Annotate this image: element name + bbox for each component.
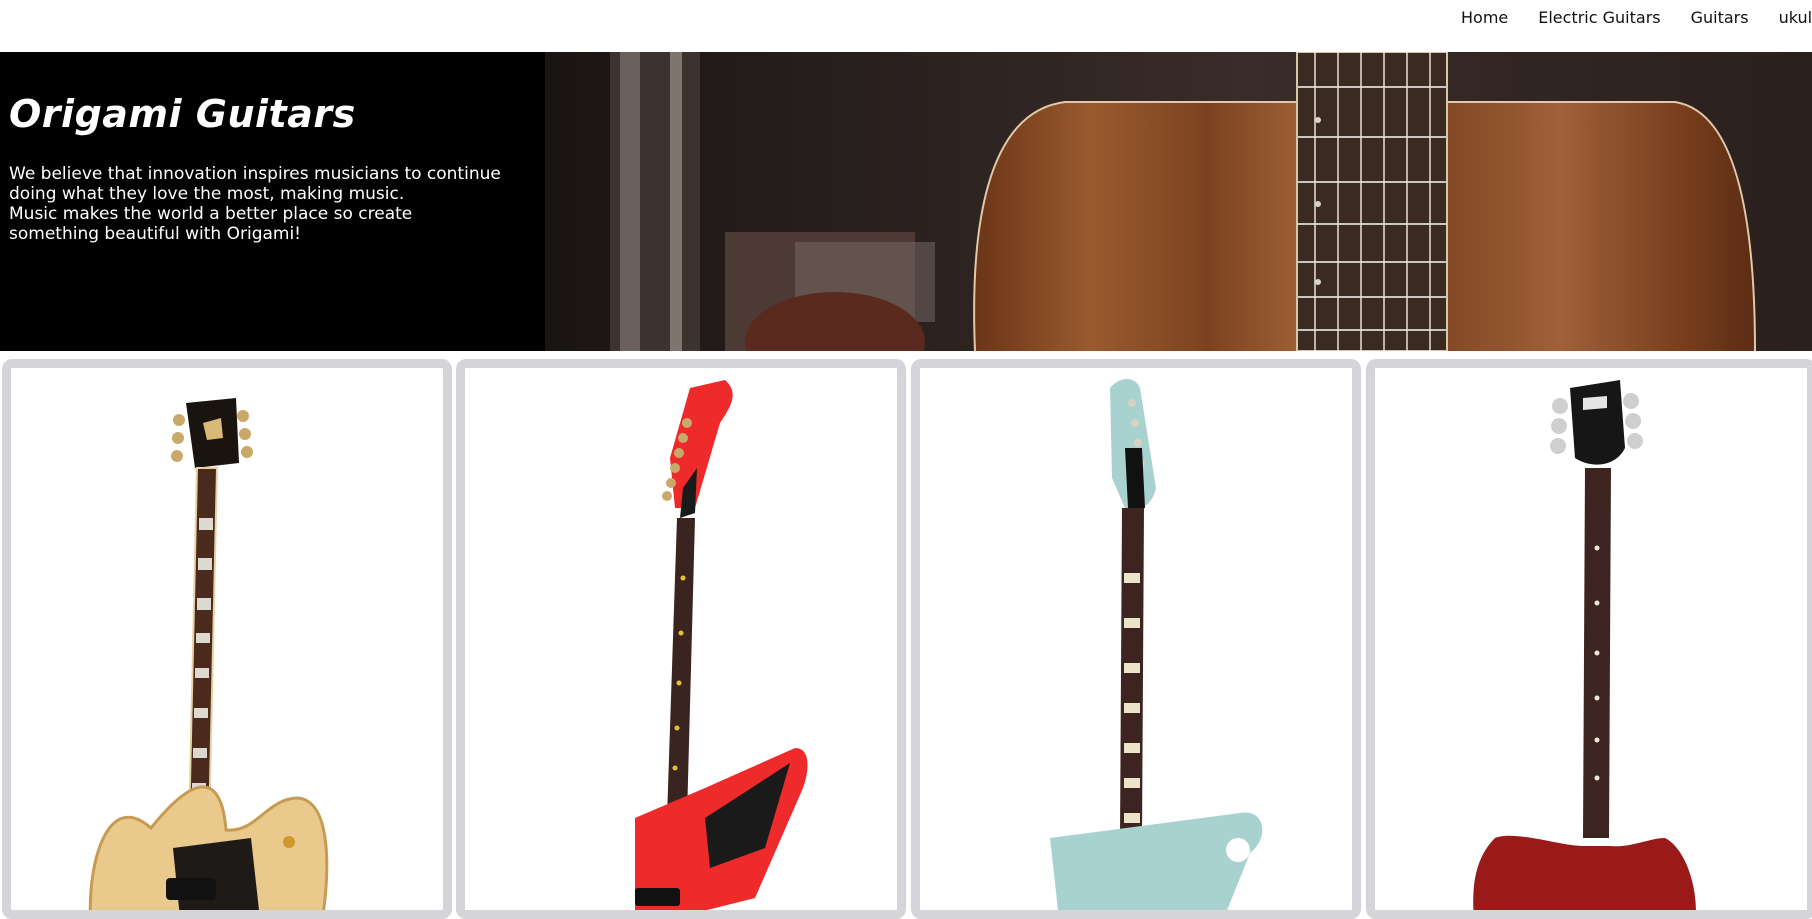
product-card[interactable] <box>1366 359 1812 919</box>
product-card[interactable] <box>911 359 1361 919</box>
hero-guitar-image <box>545 52 1812 351</box>
hero-description-line: We believe that innovation inspires musi… <box>9 164 501 184</box>
nav-link-guitars[interactable]: Guitars <box>1691 8 1749 27</box>
hero-description: We believe that innovation inspires musi… <box>9 164 549 244</box>
product-card[interactable] <box>2 359 452 919</box>
nav-link-electric-guitars[interactable]: Electric Guitars <box>1538 8 1660 27</box>
nav-link-home[interactable]: Home <box>1461 8 1508 27</box>
seafoam-firebird-guitar-image <box>1050 379 1263 910</box>
hero-guitar-illustration <box>610 52 1756 351</box>
hero-description-line: Music makes the world a better place so … <box>9 204 413 224</box>
hero-title: Origami Guitars <box>9 92 356 136</box>
red-explorer-guitar-image <box>635 380 808 910</box>
nav-link-ukuleles[interactable]: ukuleles <box>1779 8 1812 27</box>
natural-archtop-guitar-image <box>88 398 329 910</box>
hero-banner: Origami Guitars We believe that innovati… <box>0 52 1812 351</box>
hero-text-block: Origami Guitars We believe that innovati… <box>9 90 549 244</box>
hero-description-line: doing what they love the most, making mu… <box>9 184 405 204</box>
cherry-sg-guitar-image <box>1473 380 1696 910</box>
hero-description-line: something beautiful with Origami! <box>9 224 301 244</box>
product-card[interactable] <box>456 359 906 919</box>
product-grid <box>0 359 1812 919</box>
top-navigation: Home Electric Guitars Guitars ukuleles <box>0 0 1812 52</box>
nav-links: Home Electric Guitars Guitars ukuleles <box>1461 0 1812 34</box>
